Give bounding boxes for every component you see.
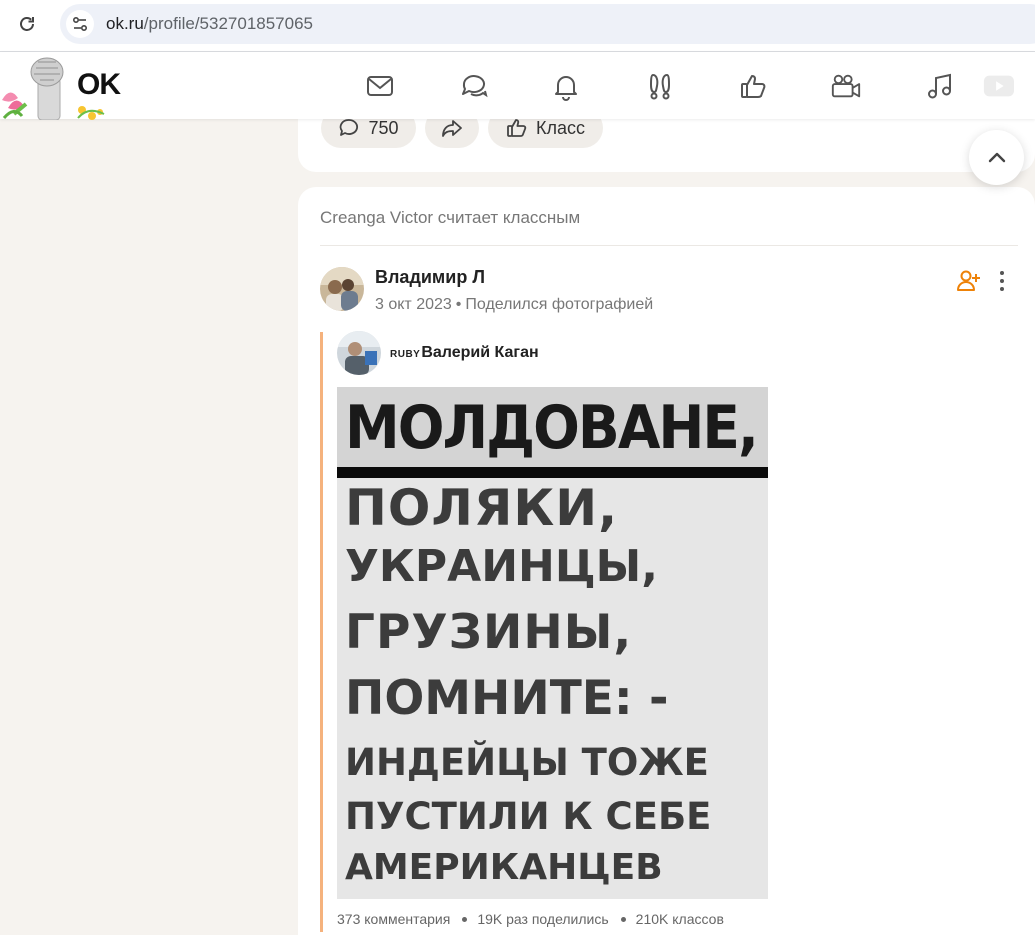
author-name[interactable]: Владимир Л <box>375 267 485 288</box>
share-icon <box>442 120 462 137</box>
chevron-up-icon <box>988 152 1005 162</box>
shares-stat[interactable]: 19K раз поделились <box>477 911 608 927</box>
likes-icon[interactable] <box>738 70 770 102</box>
url-text[interactable]: ok.ru/profile/532701857065 <box>106 14 313 34</box>
photo-text-line: МОЛДОВАНЕ, <box>345 393 759 463</box>
messages-icon[interactable] <box>364 70 396 102</box>
original-author-name: Валерий Каган <box>421 344 539 361</box>
more-options-icon[interactable] <box>992 268 1012 294</box>
url-host: ok.ru <box>106 14 144 33</box>
reshare-quote-bar <box>320 332 323 932</box>
site-info-icon[interactable] <box>66 10 94 38</box>
photo-text-line: ПУСТИЛИ К СЕБЕ <box>345 795 712 838</box>
reload-icon[interactable] <box>14 11 40 37</box>
like-label: Класс <box>536 117 585 138</box>
feed-post-card: Creanga Victor считает классным Владимир… <box>298 187 1035 935</box>
video-play-icon[interactable] <box>982 70 1014 102</box>
post-meta: 3 окт 2023 • Поделился фотографией <box>375 296 654 313</box>
photo-text-line: ПОЛЯКИ, <box>345 479 619 537</box>
photo-divider-line <box>337 467 768 478</box>
comment-icon <box>340 119 359 136</box>
photo-text-line: ГРУЗИНЫ, <box>345 605 633 660</box>
site-header: OK <box>0 52 1035 120</box>
add-friend-icon[interactable] <box>956 268 982 294</box>
url-path: /profile/532701857065 <box>143 14 313 33</box>
original-author[interactable]: RUBYВалерий Каган <box>390 344 539 362</box>
post-date[interactable]: 3 окт 2023 <box>375 296 452 313</box>
left-sidebar <box>0 119 298 935</box>
likes-stat[interactable]: 210K классов <box>636 911 724 927</box>
post-photo[interactable]: МОЛДОВАНЕ, ПОЛЯКИ, УКРАИНЦЫ, ГРУЗИНЫ, ПО… <box>337 387 768 899</box>
comments-stat[interactable]: 373 комментария <box>337 911 450 927</box>
original-author-avatar[interactable] <box>337 331 381 375</box>
scroll-to-top-button[interactable] <box>969 130 1024 185</box>
activity-text[interactable]: Creanga Victor считает классным <box>320 208 580 228</box>
notifications-icon[interactable] <box>550 70 582 102</box>
guests-icon[interactable] <box>644 70 676 102</box>
author-avatar[interactable] <box>320 267 364 311</box>
video-icon[interactable] <box>830 70 862 102</box>
divider <box>320 245 1018 246</box>
browser-toolbar: ok.ru/profile/532701857065 <box>0 0 1035 52</box>
photo-text-line: ПОМНИТЕ: - <box>345 671 669 726</box>
music-icon[interactable] <box>924 70 956 102</box>
photo-text-line: АМЕРИКАНЦЕВ <box>345 847 663 888</box>
thumbs-up-icon <box>507 119 527 137</box>
comments-count: 750 <box>368 117 399 138</box>
discussions-icon[interactable] <box>458 70 490 102</box>
photo-text-line: УКРАИНЦЫ, <box>345 541 658 592</box>
ruby-badge: RUBY <box>390 349 421 360</box>
address-bar[interactable]: ok.ru/profile/532701857065 <box>60 4 1035 44</box>
post-action: Поделился фотографией <box>465 296 654 313</box>
post-stats: 373 комментария 19K раз поделились 210K кл… <box>337 911 724 927</box>
photo-text-line: ИНДЕЙЦЫ ТОЖЕ <box>345 741 709 784</box>
logo-text[interactable]: OK <box>77 68 121 102</box>
